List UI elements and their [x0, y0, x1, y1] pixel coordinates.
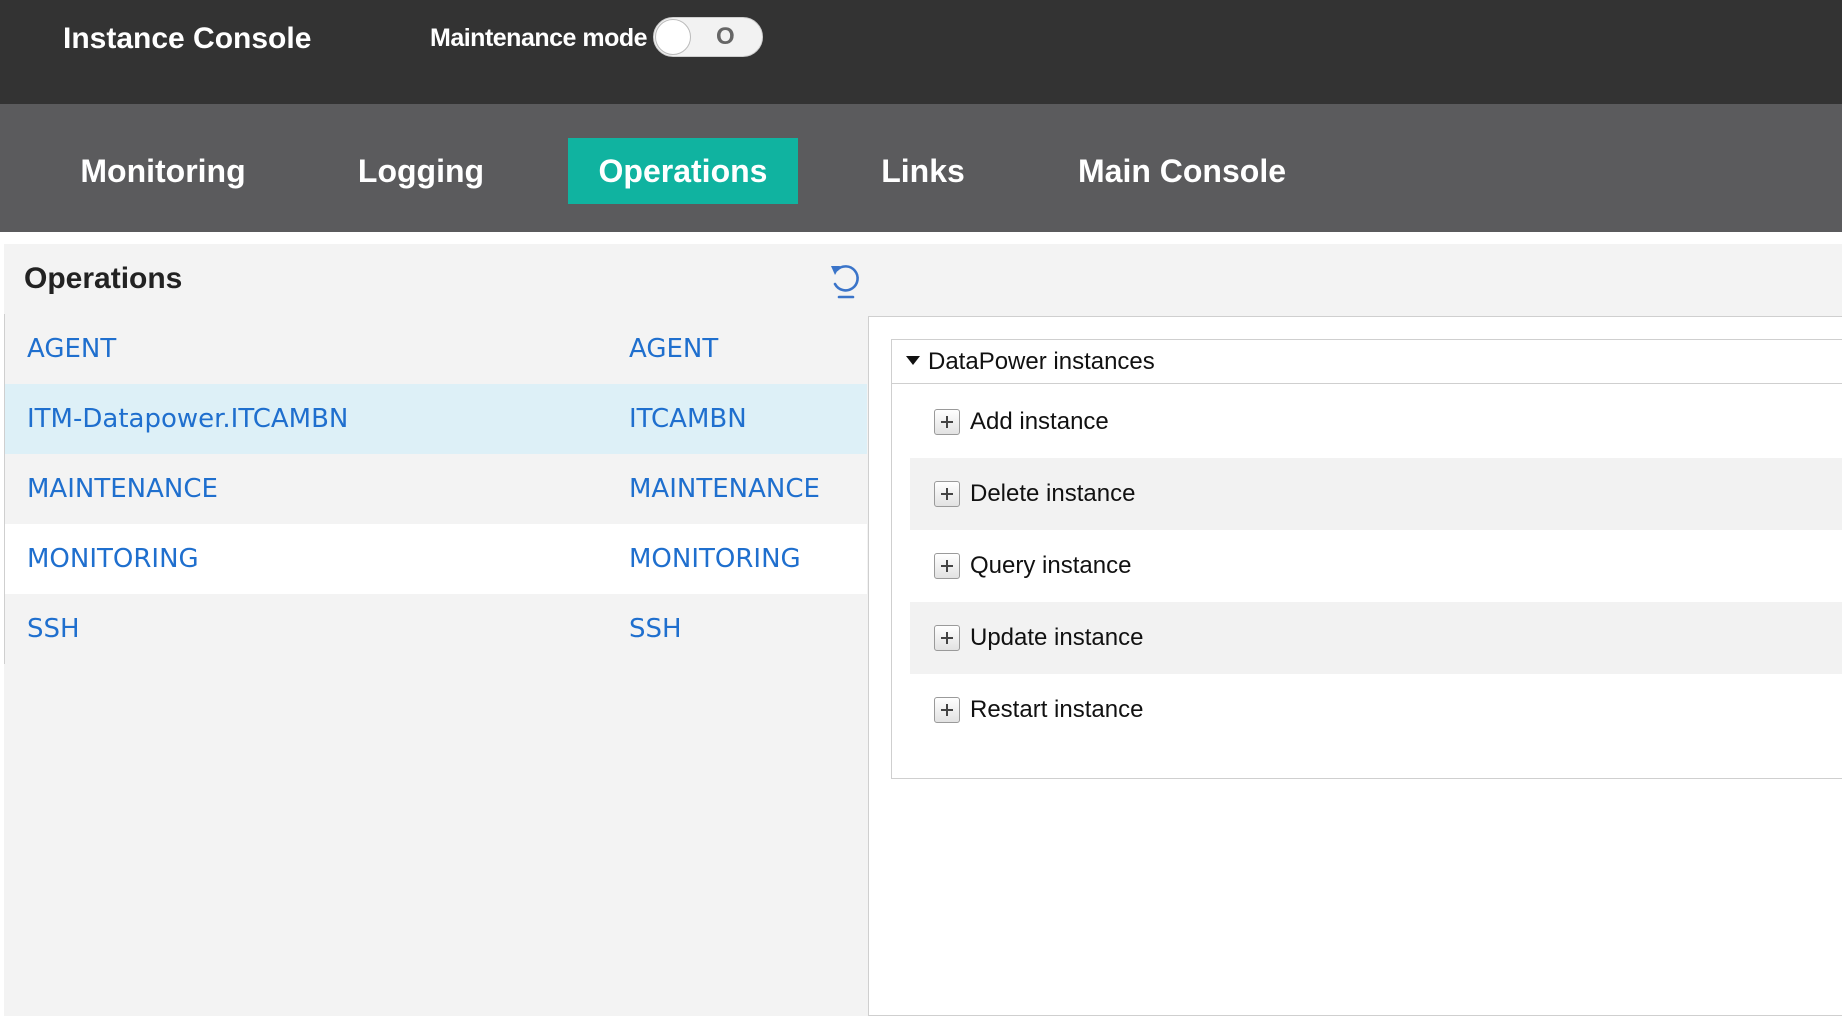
- caret-down-icon: [906, 356, 920, 365]
- restart-instance-action[interactable]: Restart instance: [910, 674, 1842, 746]
- expand-plus-icon[interactable]: [934, 697, 960, 723]
- detail-panel: DataPower instances Add instance Delete …: [868, 316, 1842, 1016]
- datapower-instances-group: DataPower instances Add instance Delete …: [891, 339, 1842, 779]
- refresh-icon: [831, 265, 859, 299]
- group-title: DataPower instances: [928, 348, 1155, 375]
- toggle-state-label: O: [716, 23, 735, 50]
- content-area: Operations AGENT AGENT ITM-Datapower.ITC…: [4, 244, 1842, 1016]
- operation-row-monitoring[interactable]: MONITORING MONITORING: [5, 524, 867, 594]
- tab-operations[interactable]: Operations: [568, 138, 798, 204]
- expand-plus-icon[interactable]: [934, 553, 960, 579]
- expand-plus-icon[interactable]: [934, 625, 960, 651]
- action-label[interactable]: Add instance: [970, 386, 1109, 458]
- expand-plus-icon[interactable]: [934, 409, 960, 435]
- operation-group[interactable]: MONITORING: [629, 524, 801, 594]
- action-label[interactable]: Query instance: [970, 530, 1131, 602]
- maintenance-mode-toggle[interactable]: O: [653, 17, 763, 57]
- action-label[interactable]: Update instance: [970, 602, 1143, 674]
- action-label[interactable]: Restart instance: [970, 674, 1143, 746]
- update-instance-action[interactable]: Update instance: [910, 602, 1842, 674]
- operation-row-maintenance[interactable]: MAINTENANCE MAINTENANCE: [5, 454, 867, 524]
- operation-group[interactable]: AGENT: [629, 314, 718, 384]
- top-bar: Instance Console Maintenance mode O: [0, 0, 1842, 104]
- operation-group[interactable]: MAINTENANCE: [629, 454, 820, 524]
- action-label[interactable]: Delete instance: [970, 458, 1135, 530]
- query-instance-action[interactable]: Query instance: [910, 530, 1842, 602]
- maintenance-mode-label: Maintenance mode: [430, 24, 648, 52]
- operation-name[interactable]: MAINTENANCE: [27, 454, 218, 524]
- operation-group[interactable]: ITCAMBN: [629, 384, 747, 454]
- tab-monitoring[interactable]: Monitoring: [60, 138, 266, 204]
- group-header[interactable]: DataPower instances: [892, 340, 1842, 384]
- app-title: Instance Console: [63, 22, 312, 55]
- tab-logging[interactable]: Logging: [316, 138, 526, 204]
- operations-list: AGENT AGENT ITM-Datapower.ITCAMBN ITCAMB…: [4, 314, 867, 664]
- tab-main-console[interactable]: Main Console: [1060, 138, 1304, 204]
- operation-name[interactable]: SSH: [27, 594, 80, 664]
- delete-instance-action[interactable]: Delete instance: [910, 458, 1842, 530]
- add-instance-action[interactable]: Add instance: [910, 386, 1842, 458]
- expand-plus-icon[interactable]: [934, 481, 960, 507]
- operation-name[interactable]: ITM-Datapower.ITCAMBN: [27, 384, 348, 454]
- refresh-button[interactable]: [826, 260, 866, 300]
- operation-row-agent[interactable]: AGENT AGENT: [5, 314, 867, 384]
- operation-name[interactable]: MONITORING: [27, 524, 199, 594]
- operation-group[interactable]: SSH: [629, 594, 682, 664]
- operation-name[interactable]: AGENT: [27, 314, 116, 384]
- operation-row-ssh[interactable]: SSH SSH: [5, 594, 867, 664]
- tab-links[interactable]: Links: [850, 138, 996, 204]
- operation-row-itm-datapower[interactable]: ITM-Datapower.ITCAMBN ITCAMBN: [5, 384, 867, 454]
- panel-title: Operations: [24, 262, 183, 295]
- main-nav: Monitoring Logging Operations Links Main…: [0, 104, 1842, 232]
- toggle-knob: [655, 19, 691, 55]
